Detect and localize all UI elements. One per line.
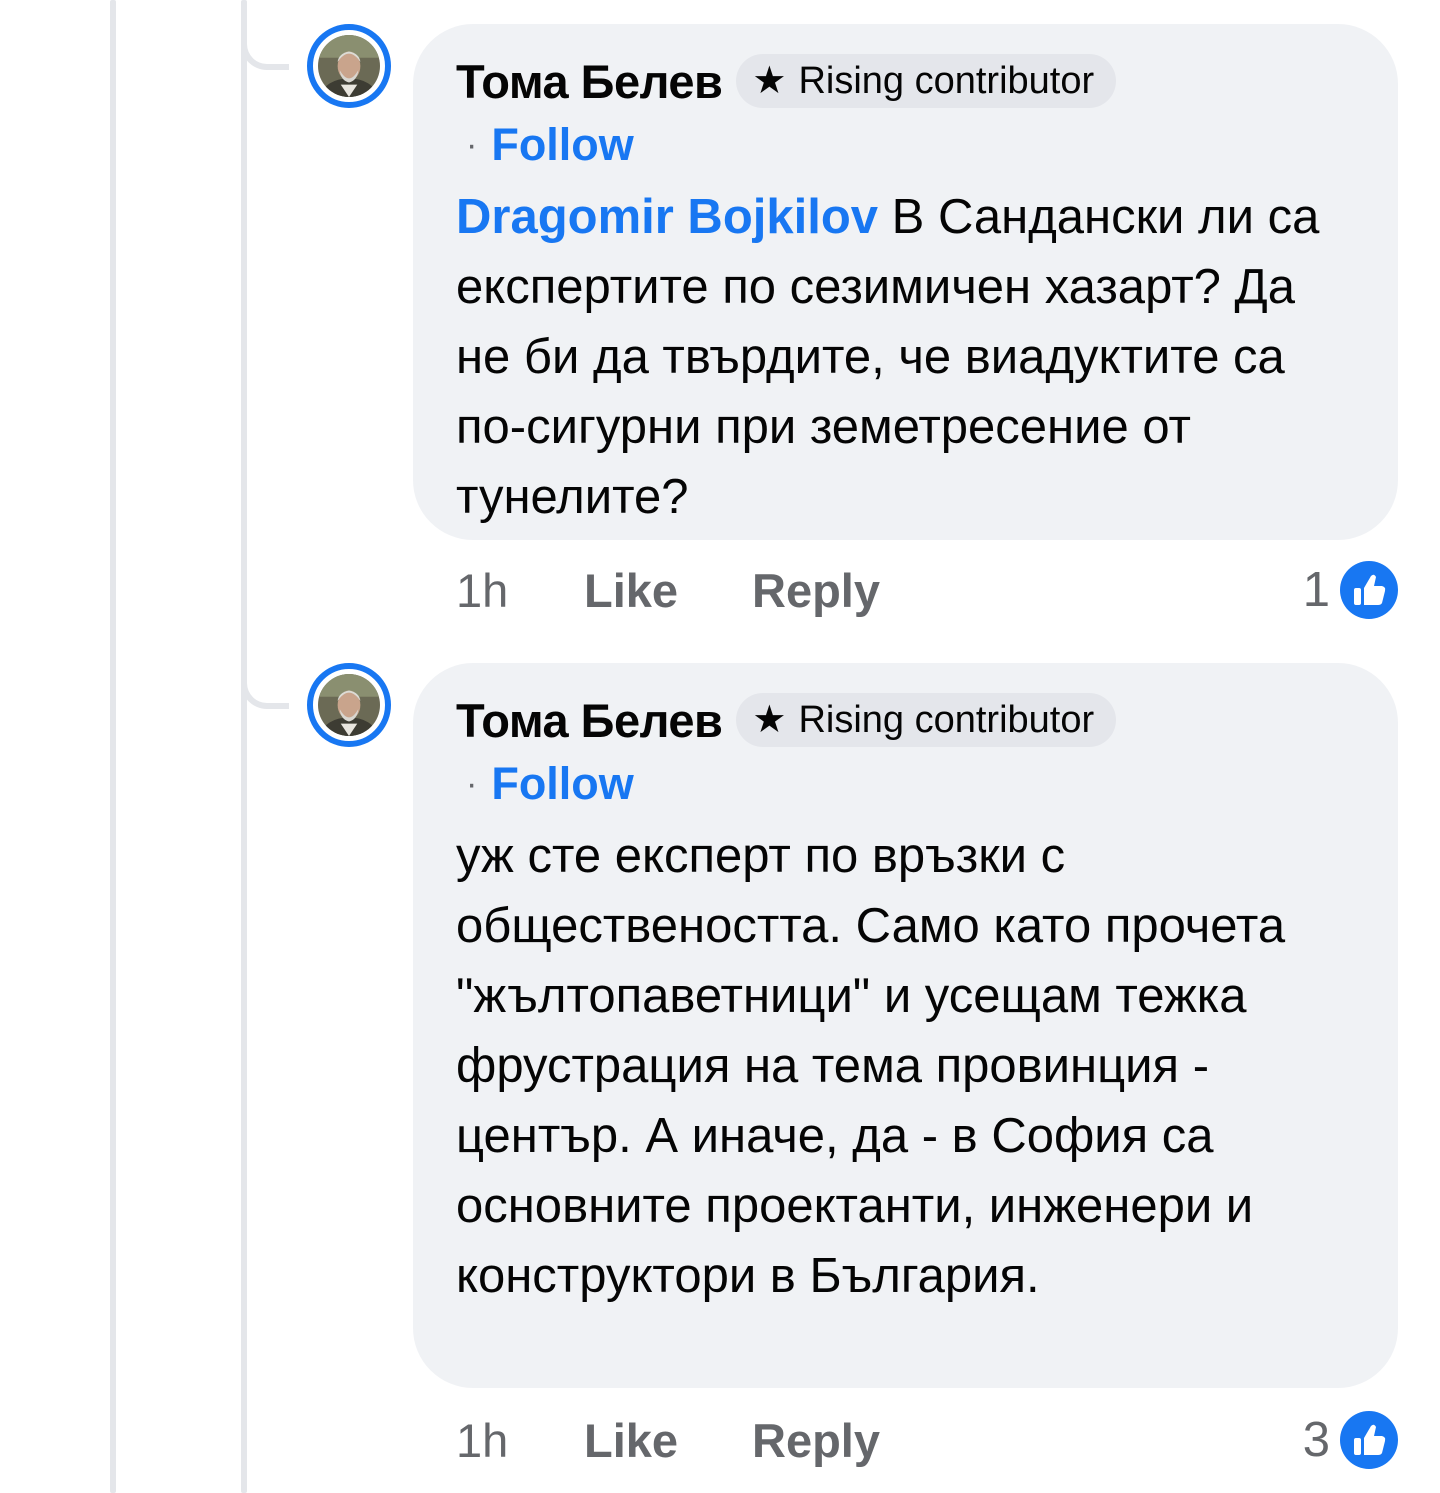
follow-row: · Follow <box>456 753 1358 815</box>
separator-dot: · <box>466 764 478 803</box>
author-name[interactable]: Тома Белев <box>456 693 723 748</box>
comment-header: Тома Белев ★ Rising contributor <box>456 52 1358 110</box>
follow-row: · Follow <box>456 114 1358 176</box>
star-icon: ★ <box>752 699 787 741</box>
avatar[interactable] <box>307 663 391 747</box>
like-button[interactable]: Like <box>584 1413 752 1468</box>
reaction-count: 3 <box>1302 1413 1330 1467</box>
follow-button[interactable]: Follow <box>491 119 633 171</box>
separator-dot: · <box>466 125 478 164</box>
comment-bubble: Тома Белев ★ Rising contributor · Follow… <box>413 663 1398 1388</box>
rising-contributor-badge[interactable]: ★ Rising contributor <box>736 693 1117 747</box>
follow-button[interactable]: Follow <box>491 758 633 810</box>
badge-label: Rising contributor <box>798 59 1095 102</box>
comment-actions: 1h Like Reply 1 <box>413 555 1398 625</box>
star-icon: ★ <box>752 60 787 102</box>
avatar[interactable] <box>307 24 391 108</box>
badge-label: Rising contributor <box>798 698 1095 741</box>
reaction-summary[interactable]: 3 <box>1303 1411 1398 1469</box>
author-name[interactable]: Тома Белев <box>456 54 723 109</box>
thumbs-up-icon <box>1340 1411 1398 1469</box>
reaction-count: 1 <box>1302 563 1330 617</box>
reply-button[interactable]: Reply <box>752 1413 880 1468</box>
mention-link[interactable]: Dragomir Bojkilov <box>456 190 878 244</box>
like-button[interactable]: Like <box>584 563 752 618</box>
reply-connector <box>241 649 289 709</box>
reply-button[interactable]: Reply <box>752 563 880 618</box>
reply-connector <box>241 10 289 70</box>
rising-contributor-badge[interactable]: ★ Rising contributor <box>736 54 1117 108</box>
comment-bubble: Тома Белев ★ Rising contributor · Follow… <box>413 24 1398 540</box>
avatar-photo <box>318 35 380 97</box>
reaction-summary[interactable]: 1 <box>1303 561 1398 619</box>
comment-actions: 1h Like Reply 3 <box>413 1405 1398 1475</box>
avatar-photo <box>318 674 380 736</box>
thumbs-up-icon <box>1340 561 1398 619</box>
comment-header: Тома Белев ★ Rising contributor <box>456 691 1358 749</box>
thread-line-outer <box>110 0 116 1493</box>
timestamp[interactable]: 1h <box>456 1413 584 1468</box>
comment-text: уж сте експерт по връзки с общественостт… <box>456 829 1286 1303</box>
timestamp[interactable]: 1h <box>456 563 584 618</box>
thread-line-inner <box>241 0 247 1493</box>
comment-text: Dragomir Bojkilov В Сандански ли са експ… <box>456 182 1358 532</box>
